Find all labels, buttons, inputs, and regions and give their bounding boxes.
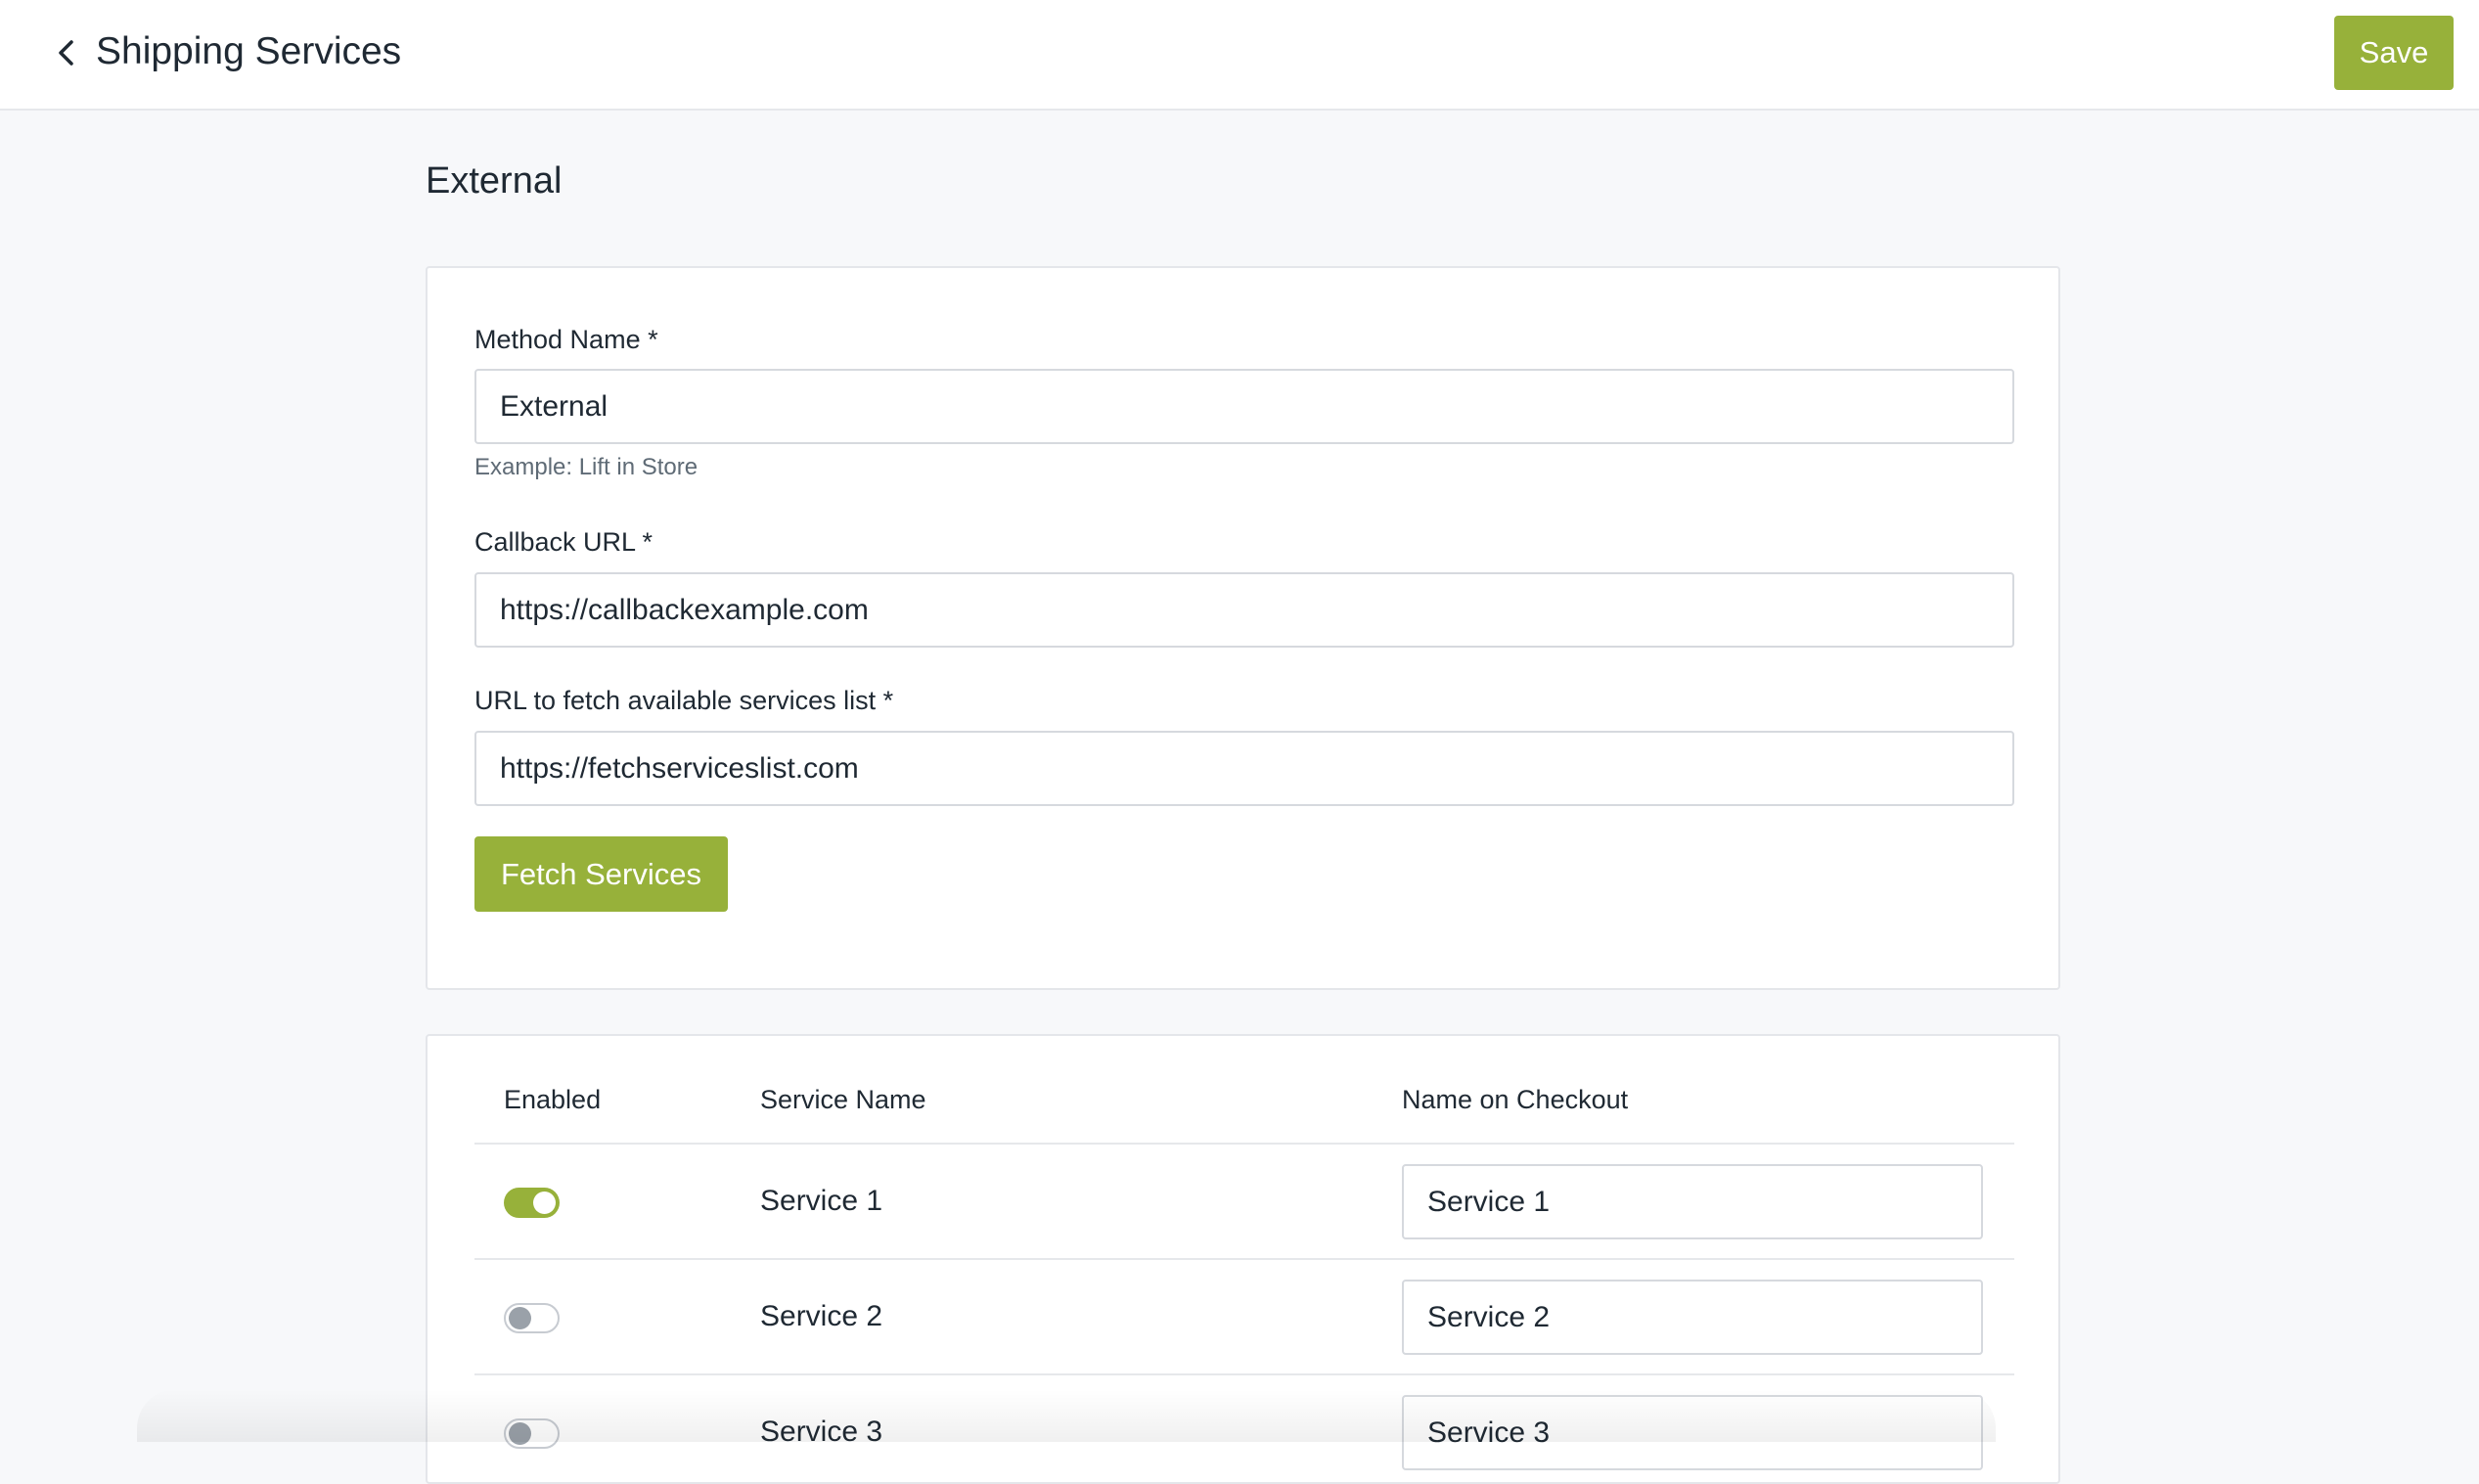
callback-url-label: Callback URL * [474,527,654,557]
chevron-left-icon [59,40,73,66]
method-name-label: Method Name * [474,325,658,354]
service-enabled-toggle[interactable] [504,1303,560,1333]
name-on-checkout-input[interactable] [1402,1395,1983,1470]
header-divider [474,1143,2014,1145]
method-settings-card: Method Name * Example: Lift in Store Cal… [426,266,2060,990]
toggle-knob [533,1192,556,1214]
fetch-url-label: URL to fetch available services list * [474,686,894,715]
callback-url-input[interactable] [474,572,2014,648]
column-header-enabled: Enabled [504,1085,602,1114]
service-name: Service 2 [760,1300,883,1332]
service-enabled-toggle[interactable] [504,1418,560,1449]
row-divider [474,1373,2014,1375]
services-table-card: Enabled Service Name Name on Checkout Se… [426,1034,2060,1484]
fetch-url-input[interactable] [474,731,2014,806]
name-on-checkout-input[interactable] [1402,1280,1983,1355]
toggle-knob [509,1307,531,1329]
method-name-input[interactable] [474,369,2014,444]
method-name-hint: Example: Lift in Store [474,454,699,480]
section-heading: External [426,160,563,202]
top-bar: Shipping Services Save [0,0,2479,111]
row-divider [474,1258,2014,1260]
column-header-name-on-checkout: Name on Checkout [1402,1085,1629,1114]
page-title: Shipping Services [96,30,402,72]
service-enabled-toggle[interactable] [504,1188,560,1218]
service-name: Service 3 [760,1416,883,1448]
save-button[interactable]: Save [2334,16,2454,90]
service-name: Service 1 [760,1185,883,1217]
name-on-checkout-input[interactable] [1402,1164,1983,1239]
column-header-service-name: Service Name [760,1085,926,1114]
fetch-services-button[interactable]: Fetch Services [474,836,728,912]
back-button[interactable] [47,31,86,74]
